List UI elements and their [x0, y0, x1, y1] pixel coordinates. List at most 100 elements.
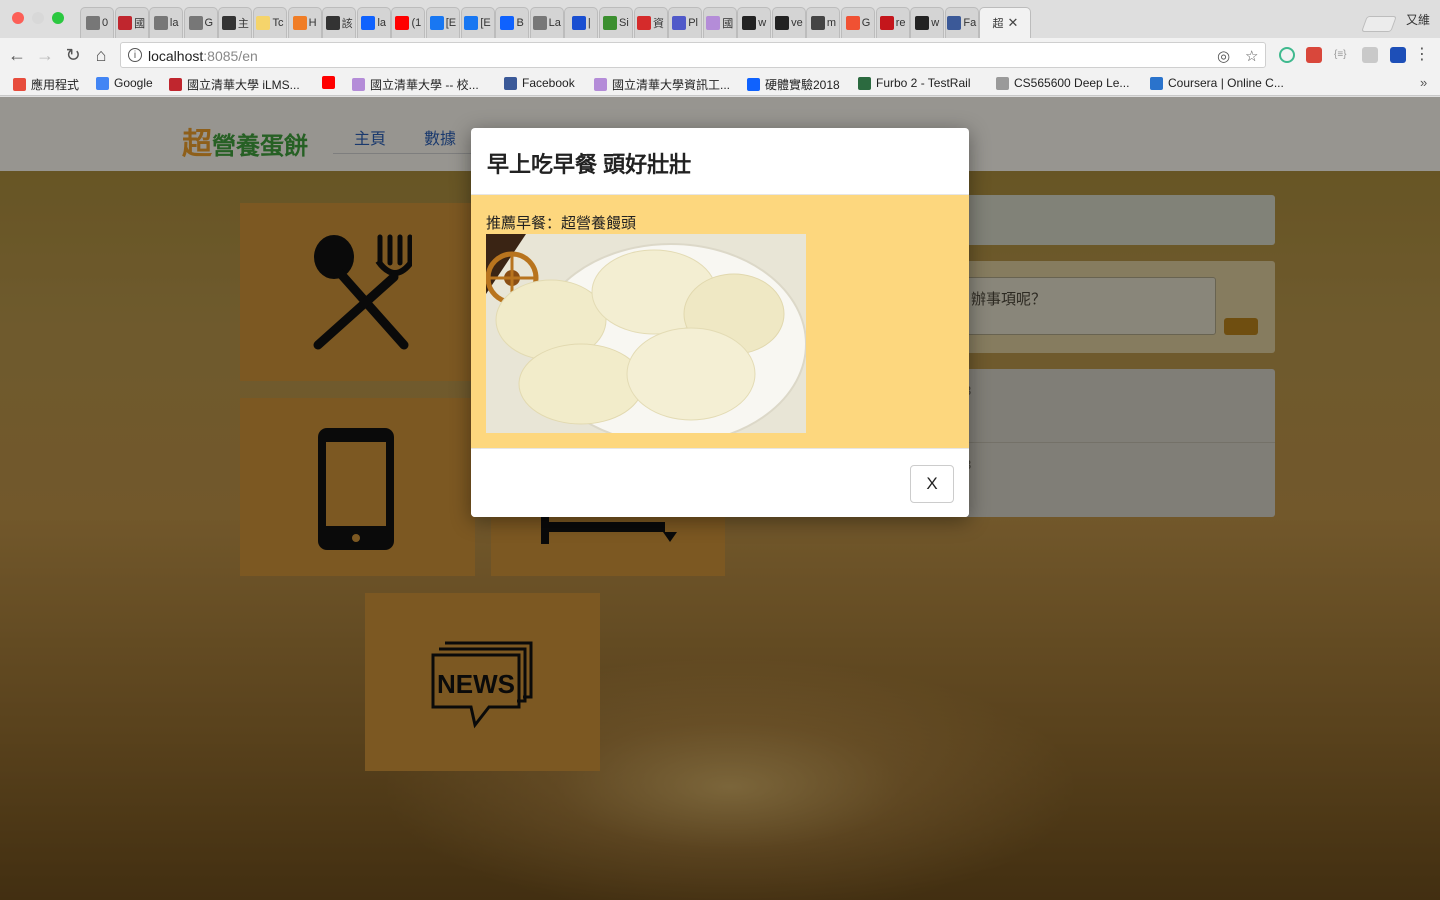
browser-tab[interactable]: 主	[218, 7, 253, 38]
bookmark-item[interactable]: Furbo 2 - TestRail	[858, 76, 970, 90]
back-arrow-icon[interactable]: ←	[6, 44, 28, 66]
facebook-icon	[947, 16, 962, 30]
address-bar[interactable]: i localhost:8085/en ◎ ☆	[120, 42, 1266, 68]
window-close-button[interactable]	[12, 12, 24, 24]
browser-tab[interactable]: la	[149, 7, 184, 38]
browser-tab[interactable]: [E	[425, 7, 460, 38]
facebook-icon	[504, 76, 517, 90]
youtube-icon	[322, 76, 335, 89]
tab-close-icon[interactable]: ✕	[1007, 15, 1018, 31]
coursera-icon	[1150, 76, 1163, 90]
bookmark-item[interactable]: Google	[96, 76, 153, 90]
bookmark-item[interactable]: 國立清華大學資訊工...	[594, 76, 730, 93]
browser-tab[interactable]: (1	[391, 7, 426, 38]
doc-icon	[188, 16, 203, 30]
tab-label: la	[169, 17, 179, 29]
url-text[interactable]: localhost:8085/en	[148, 48, 258, 64]
menu-dots-icon[interactable]: ⋮	[1414, 44, 1430, 64]
browser-tab[interactable]: Fa	[944, 7, 979, 38]
sticky-note-icon	[256, 16, 271, 30]
info-icon[interactable]: i	[128, 48, 142, 62]
bookmark-label: Coursera | Online C...	[1168, 76, 1284, 90]
bookmark-star-icon[interactable]: ☆	[1245, 47, 1258, 65]
tab-label: 0	[101, 17, 109, 29]
tab-label: [E	[480, 17, 491, 29]
browser-tab[interactable]: la	[356, 7, 391, 38]
bookmark-item[interactable]	[322, 76, 340, 89]
bookmark-item[interactable]: CS565600 Deep Le...	[996, 76, 1129, 90]
extension-circle-icon[interactable]	[1279, 47, 1295, 63]
ilms-icon	[118, 16, 133, 30]
modal-title: 早上吃早餐 頭好壯壯	[487, 152, 692, 177]
browser-tab[interactable]: La	[529, 7, 564, 38]
bookmark-label: 硬體實驗2018	[765, 78, 840, 92]
browser-tab[interactable]: 國	[114, 7, 149, 38]
tab-label: G	[861, 17, 871, 29]
browser-tab[interactable]: 該	[322, 7, 357, 38]
browser-tab[interactable]: 國	[702, 7, 737, 38]
tab-label: la	[377, 17, 387, 29]
tab-label: w	[758, 17, 767, 29]
book-icon	[810, 16, 825, 30]
reload-icon[interactable]: ↻	[62, 44, 84, 66]
bookmarks-bar: » 應用程式 Google 國立清華大學 iLMS... 國立清華大學 -- 校...…	[0, 72, 1440, 96]
browser-tab-active[interactable]: 超 ✕	[979, 7, 1032, 38]
bookmark-label: Facebook	[522, 76, 575, 90]
extension-red-icon[interactable]	[1306, 47, 1322, 63]
browser-tab[interactable]: w	[737, 7, 772, 38]
nthu-icon	[996, 76, 1009, 90]
n-icon	[879, 16, 894, 30]
location-target-icon[interactable]: ◎	[1217, 47, 1230, 65]
home-icon[interactable]: ⌂	[90, 44, 112, 66]
tab-label: 該	[341, 18, 353, 30]
browser-tab[interactable]: 0	[80, 7, 114, 38]
bookmark-item[interactable]: Facebook	[504, 76, 575, 90]
bookmarks-more-icon[interactable]: »	[1420, 75, 1427, 90]
browser-tab[interactable]: |	[564, 7, 599, 38]
extension-gray-icon[interactable]	[1362, 47, 1378, 63]
browser-tab[interactable]: re	[875, 7, 910, 38]
bookmark-item[interactable]: 國立清華大學 -- 校...	[352, 76, 479, 93]
dropbox-icon	[500, 16, 515, 30]
browser-tab[interactable]: ve	[771, 7, 806, 38]
chat-icon	[571, 16, 586, 30]
browser-tab[interactable]: G	[183, 7, 218, 38]
extension-bookmark-icon[interactable]	[1390, 47, 1406, 63]
browser-tab[interactable]: Si	[598, 7, 633, 38]
browser-tab[interactable]: w	[910, 7, 945, 38]
tab-label: m	[826, 17, 837, 29]
tab-label: (1	[411, 17, 422, 29]
browser-tab[interactable]: m	[806, 7, 841, 38]
mygov-icon	[603, 16, 618, 30]
bookmark-item[interactable]: 應用程式	[13, 76, 79, 93]
tab-label: re	[895, 17, 906, 29]
new-tab-button[interactable]	[1361, 16, 1397, 32]
profile-name[interactable]: 又維	[1406, 11, 1430, 28]
browser-tab[interactable]: 資	[633, 7, 668, 38]
browser-tab[interactable]: G	[841, 7, 876, 38]
bookmark-item[interactable]: 硬體實驗2018	[747, 76, 840, 93]
doc-icon	[153, 16, 168, 30]
bookmark-item[interactable]: Coursera | Online C...	[1150, 76, 1284, 90]
modal-header: 早上吃早餐 頭好壯壯	[471, 128, 969, 195]
wikipedia-icon	[221, 16, 236, 30]
browser-tab[interactable]: Tc	[252, 7, 287, 38]
browser-tab[interactable]: Pl	[668, 7, 703, 38]
modal-close-button[interactable]: X	[910, 465, 954, 503]
window-maximize-button[interactable]	[52, 12, 64, 24]
extension-braces-icon[interactable]: {≡}	[1334, 47, 1350, 63]
browser-tab[interactable]: H	[287, 7, 322, 38]
bookmark-item[interactable]: 國立清華大學 iLMS...	[169, 76, 300, 93]
tab-label: ve	[791, 17, 803, 29]
window-minimize-button[interactable]	[32, 12, 44, 24]
forward-arrow-icon[interactable]: →	[34, 44, 56, 66]
nthu-icon	[706, 16, 721, 30]
bookmark-label: Google	[114, 76, 153, 90]
bookmark-label: CS565600 Deep Le...	[1014, 76, 1130, 90]
pdf-icon	[637, 16, 651, 30]
browser-tab[interactable]: B	[495, 7, 530, 38]
edit-icon	[325, 16, 340, 30]
doc-icon	[532, 16, 547, 30]
diamond-icon	[429, 16, 444, 30]
browser-tab[interactable]: [E	[460, 7, 495, 38]
